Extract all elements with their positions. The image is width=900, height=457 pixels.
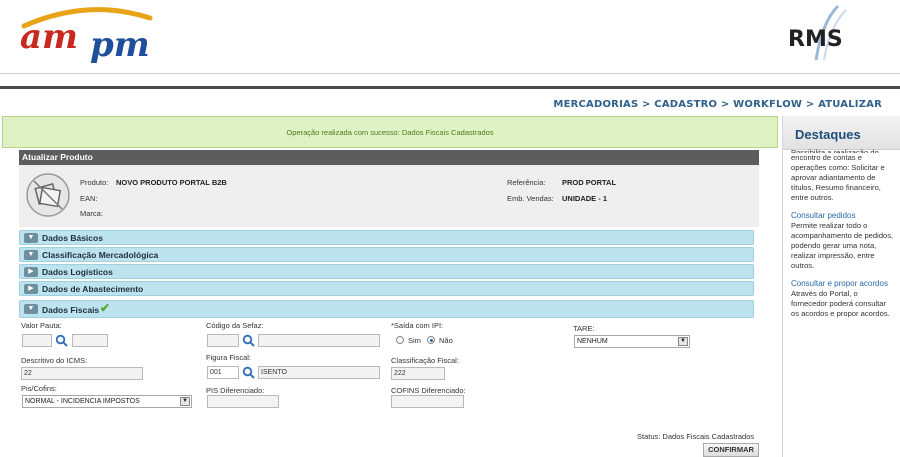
product-summary: Produto: NOVO PRODUTO PORTAL B2B EAN: Ma… — [19, 165, 759, 227]
search-icon[interactable] — [55, 334, 68, 347]
descritivo-icms-input[interactable]: 22 — [21, 367, 143, 380]
product-placeholder-icon — [26, 173, 70, 217]
descritivo-icms-label: Descritivo do ICMS: — [21, 356, 88, 365]
sidebar-text-consultar-acordos: Através do Portal, o fornecedor poderá c… — [791, 289, 890, 318]
chevron-down-icon: ▼ — [678, 337, 688, 346]
pis-diferenciado-label: PIS Diferenciado: — [206, 386, 265, 395]
valor-pauta-label: Valor Pauta: — [21, 321, 62, 330]
search-icon[interactable] — [242, 366, 255, 379]
sidebar-link-consultar-acordos[interactable]: Consultar e propor acordos — [791, 279, 894, 289]
pis-cofins-label: Pis/Cofins: — [21, 384, 57, 393]
success-message: Operação realizada com sucesso: Dados Fi… — [2, 116, 778, 148]
breadcrumb[interactable]: MERCADORIAS > CADASTRO > WORKFLOW > ATUA… — [553, 99, 882, 110]
cofins-diferenciado-input[interactable] — [391, 395, 464, 408]
marca-label: Marca: — [80, 209, 103, 218]
valor-pauta-input-2[interactable] — [72, 334, 108, 347]
header-bar — [0, 86, 900, 89]
codigo-sefaz-desc[interactable] — [258, 334, 380, 347]
produto-value: NOVO PRODUTO PORTAL B2B — [116, 178, 227, 187]
tare-select[interactable]: NENHUM ▼ — [574, 335, 690, 348]
section-dados-basicos[interactable]: ▼ Dados Básicos — [19, 230, 754, 245]
codigo-sefaz-input[interactable] — [207, 334, 239, 347]
chevron-down-icon: ▼ — [24, 304, 38, 314]
status-text: Status: Dados Fiscais Cadastrados — [637, 432, 755, 441]
sidebar-link-consultar-pedidos[interactable]: Consultar pedidos — [791, 211, 894, 221]
ampm-logo: am pm — [20, 7, 153, 64]
emb-vendas-label: Emb. Vendas: — [507, 194, 554, 203]
pis-cofins-select[interactable]: NORMAL - INCIDENCIA IMPOSTOS ▼ — [22, 395, 192, 408]
produto-label: Produto: — [80, 178, 109, 187]
confirm-button[interactable]: CONFIRMAR — [703, 443, 759, 457]
rms-logo: RMS — [788, 4, 847, 61]
ipi-nao-label: Não — [439, 336, 453, 345]
section-classificacao-mercadologica[interactable]: ▼ Classificação Mercadológica — [19, 247, 754, 262]
sidebar-intro-text: encontro de contas e operações como: Sol… — [791, 153, 885, 202]
chevron-right-icon: ▶ — [24, 284, 38, 294]
chevron-right-icon: ▶ — [24, 267, 38, 277]
panel-title: Atualizar Produto — [19, 150, 759, 165]
section-dados-abastecimento[interactable]: ▶ Dados de Abastecimento — [19, 281, 754, 296]
svg-text:am: am — [20, 17, 78, 57]
ean-label: EAN: — [80, 194, 98, 203]
figura-fiscal-desc: ISENTO — [258, 366, 380, 379]
valor-pauta-input-1[interactable] — [22, 334, 52, 347]
codigo-sefaz-label: Código da Sefaz: — [206, 321, 264, 330]
ipi-sim-label: Sim — [408, 336, 421, 345]
sidebar-title: Destaques — [783, 116, 900, 150]
section-dados-logisticos[interactable]: ▶ Dados Logísticos — [19, 264, 754, 279]
figura-fiscal-label: Figura Fiscal: — [206, 353, 252, 362]
saida-ipi-label: *Saída com IPI: — [391, 321, 444, 330]
tare-label: TARE: — [573, 324, 595, 333]
search-icon[interactable] — [242, 334, 255, 347]
chevron-down-icon: ▼ — [24, 250, 38, 260]
ipi-sim-radio[interactable] — [396, 336, 404, 344]
highlights-sidebar: Destaques Possibilita a realização do en… — [782, 116, 900, 457]
referencia-value: PROD PORTAL — [562, 178, 617, 187]
update-product-panel: Atualizar Produto Produto: NOVO PRODUTO … — [19, 150, 759, 457]
page-header: am pm RMS — [0, 0, 900, 72]
sidebar-text-consultar-pedidos: Permite realizar todo o acompanhamento d… — [791, 221, 894, 270]
ipi-nao-radio[interactable] — [427, 336, 435, 344]
emb-vendas-value: UNIDADE - 1 — [562, 194, 608, 203]
classificacao-fiscal-input[interactable]: 222 — [391, 367, 445, 380]
figura-fiscal-code-input[interactable]: 001 — [207, 366, 239, 379]
cofins-diferenciado-label: COFINS Diferenciado: — [391, 386, 466, 395]
checkmark-icon: ✔ — [100, 301, 111, 315]
classificacao-fiscal-label: Classificação Fiscal: — [391, 356, 459, 365]
svg-text:RMS: RMS — [788, 27, 843, 52]
chevron-down-icon: ▼ — [24, 233, 38, 243]
section-dados-fiscais[interactable]: ▼ Dados Fiscais ✔ — [19, 300, 754, 318]
svg-text:pm: pm — [90, 25, 150, 64]
referencia-label: Referência: — [507, 178, 546, 187]
chevron-down-icon: ▼ — [180, 397, 190, 406]
pis-diferenciado-input[interactable] — [207, 395, 279, 408]
header-divider — [0, 73, 900, 74]
